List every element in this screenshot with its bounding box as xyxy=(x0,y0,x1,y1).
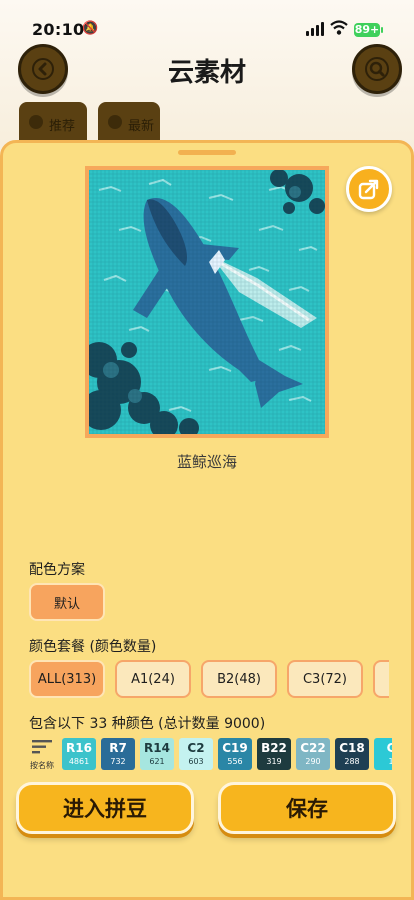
tab-label: 最新 xyxy=(128,119,155,134)
tab-label: 推荐 xyxy=(49,119,76,134)
sort-by-name-button[interactable]: 按名称 xyxy=(27,740,57,772)
swatch-count: 290 xyxy=(305,757,321,766)
color-swatch-list: R16 4861 R7 732 R14 621 C2 603 C19 556 B22 319 C22 29… xyxy=(62,738,392,772)
color-swatch[interactable]: R16 4861 xyxy=(62,738,96,770)
clock-icon xyxy=(108,115,122,129)
save-button[interactable]: 保存 xyxy=(218,782,396,834)
cellular-signal-icon xyxy=(306,22,324,36)
artwork-title: 蓝鲸巡海 xyxy=(176,453,237,471)
swatch-count: 4861 xyxy=(68,757,90,766)
swatch-code: R16 xyxy=(66,741,92,755)
swatch-count: 621 xyxy=(149,757,165,766)
status-time: 20:10 xyxy=(32,20,85,39)
swatch-count: 319 xyxy=(266,757,282,766)
swatch-code: R7 xyxy=(109,741,127,755)
color-swatch[interactable]: R7 732 xyxy=(101,738,135,770)
mute-bell-icon: 🔕 xyxy=(82,21,99,36)
star-icon xyxy=(29,115,43,129)
color-swatch[interactable]: C22 290 xyxy=(296,738,330,770)
package-d[interactable]: D xyxy=(373,660,389,698)
tab-recommended[interactable]: 推荐 xyxy=(19,102,87,140)
swatch-code: C19 xyxy=(222,741,248,755)
color-package-list: ALL(313) A1(24) B2(48) C3(72) D xyxy=(29,660,389,700)
search-button[interactable] xyxy=(352,44,402,94)
color-swatch[interactable]: B22 319 xyxy=(257,738,291,770)
swatch-code: B22 xyxy=(261,741,287,755)
package-a1[interactable]: A1(24) xyxy=(115,660,191,698)
status-bar: 20:10 🔕 89+ xyxy=(0,0,414,44)
color-swatch[interactable]: R14 621 xyxy=(140,738,174,770)
color-swatch[interactable]: C2 603 xyxy=(179,738,213,770)
share-icon xyxy=(358,179,379,200)
swatch-count: 603 xyxy=(188,757,204,766)
swatch-count: 1 xyxy=(388,757,392,766)
sheet-drag-handle[interactable] xyxy=(178,150,236,155)
swatch-code: C xyxy=(386,741,392,755)
tab-latest[interactable]: 最新 xyxy=(98,102,160,140)
swatch-count: 732 xyxy=(110,757,126,766)
color-scheme-default-button[interactable]: 默认 xyxy=(29,583,105,621)
wifi-icon xyxy=(330,20,348,40)
package-c3[interactable]: C3(72) xyxy=(287,660,363,698)
sort-label: 按名称 xyxy=(30,761,54,770)
color-swatch[interactable]: C18 288 xyxy=(335,738,369,770)
swatch-count: 288 xyxy=(344,757,360,766)
sort-icon xyxy=(32,740,52,754)
artwork-preview xyxy=(85,166,329,438)
enter-bead-button[interactable]: 进入拼豆 xyxy=(16,782,194,834)
color-summary: 包含以下 33 种颜色 (总计数量 9000) xyxy=(29,716,266,732)
swatch-code: C18 xyxy=(339,741,365,755)
color-swatch[interactable]: C19 556 xyxy=(218,738,252,770)
color-scheme-label: 配色方案 xyxy=(29,562,85,578)
color-package-label: 颜色套餐 (颜色数量) xyxy=(29,639,157,655)
swatch-code: C2 xyxy=(187,741,205,755)
search-icon xyxy=(365,57,389,81)
swatch-count: 556 xyxy=(227,757,243,766)
package-b2[interactable]: B2(48) xyxy=(201,660,277,698)
battery-indicator: 89+ xyxy=(354,23,383,37)
color-swatch[interactable]: C1 xyxy=(374,738,392,770)
swatch-code: C22 xyxy=(300,741,326,755)
package-all[interactable]: ALL(313) xyxy=(29,660,105,698)
swatch-code: R14 xyxy=(144,741,170,755)
share-button[interactable] xyxy=(346,166,392,212)
